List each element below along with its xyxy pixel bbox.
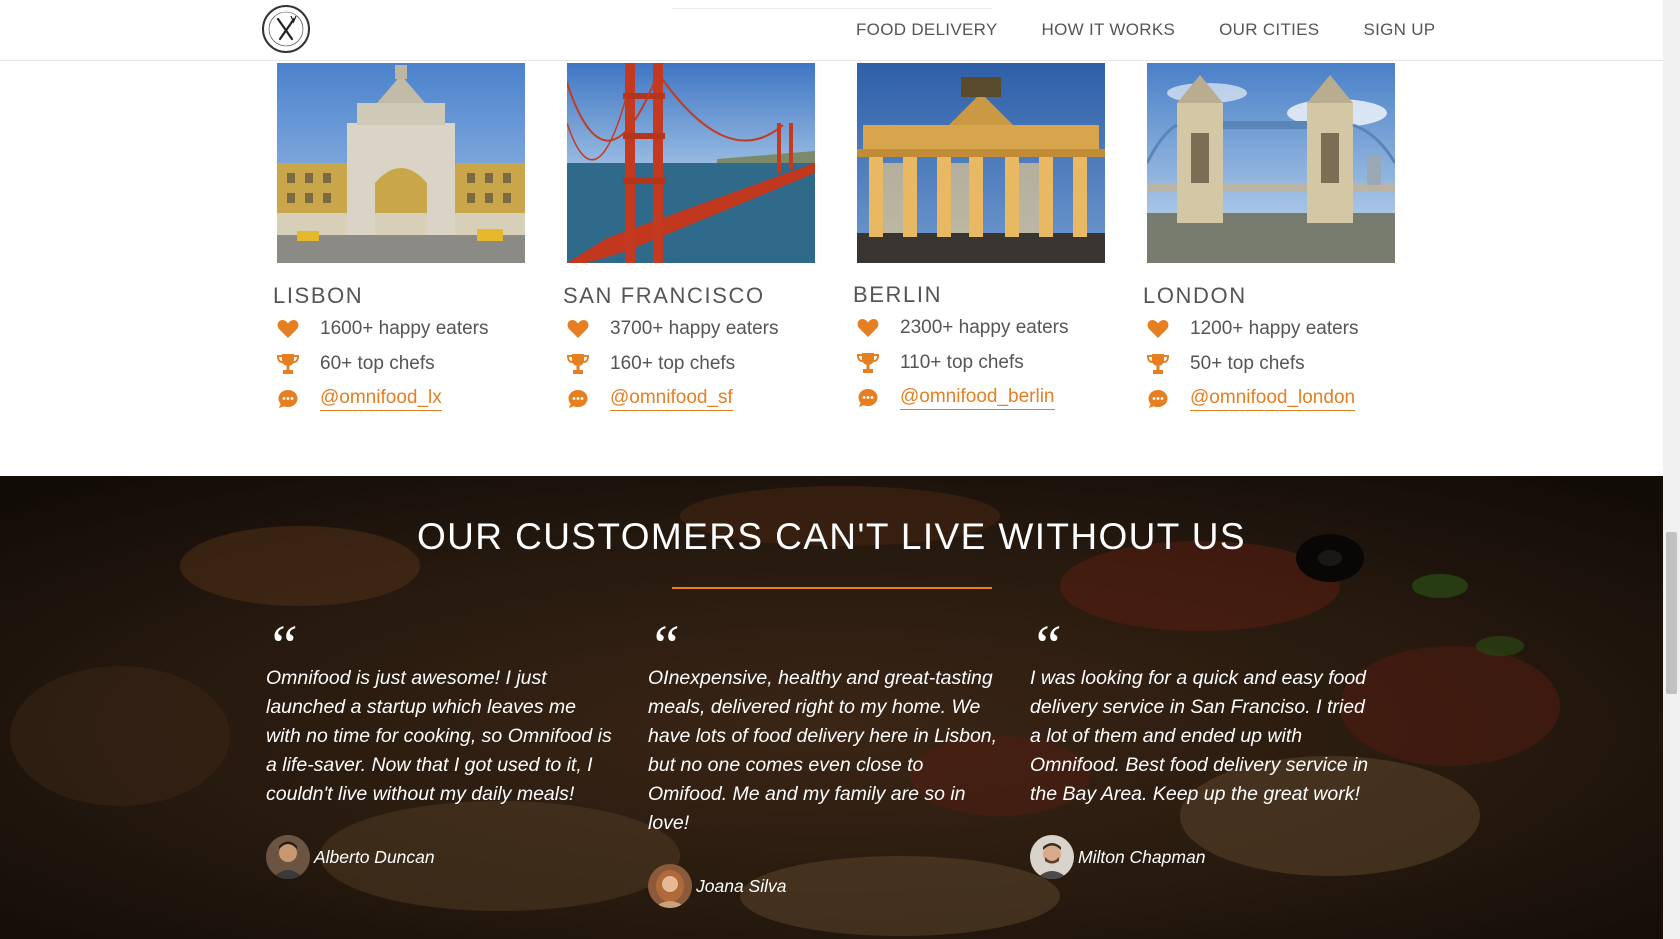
nav-our-cities[interactable]: OUR CITIES (1219, 20, 1319, 40)
chat-icon (566, 388, 590, 410)
page-scrollbar[interactable] (1663, 0, 1680, 939)
twitter-handle-link[interactable]: @omnifood_london (1190, 387, 1356, 411)
testimonials-title: OUR CUSTOMERS CAN'T LIVE WITHOUT US (416, 516, 1247, 557)
twitter-handle-link[interactable]: @omnifood_berlin (900, 386, 1055, 410)
nav-how-it-works[interactable]: HOW IT WORKS (1042, 20, 1176, 40)
avatar (1030, 835, 1074, 879)
city-stat-eaters: 1600+ happy eaters (273, 313, 533, 344)
city-photo-lisbon (277, 63, 525, 263)
trophy-icon (1146, 353, 1170, 375)
city-stat-eaters: 1200+ happy eaters (1143, 313, 1403, 344)
testimonials-section: OUR CUSTOMERS CAN'T LIVE WITHOUT US “ Om… (0, 476, 1663, 939)
chefs-count: 60+ top chefs (320, 352, 435, 374)
eaters-count: 1600+ happy eaters (320, 317, 489, 339)
quote-mark: “ (1030, 613, 1063, 678)
author-name: Alberto Duncan (314, 846, 435, 867)
scrollbar-thumb[interactable] (1666, 532, 1677, 694)
city-stat-eaters: 2300+ happy eaters (853, 312, 1113, 343)
trophy-icon (276, 353, 300, 375)
author-name: Joana Silva (696, 875, 787, 896)
chat-icon (856, 387, 880, 409)
city-stat-chefs: 160+ top chefs (563, 348, 823, 379)
testimonial-card: “ Omnifood is just awesome! I just launc… (266, 613, 616, 879)
nav-sign-up[interactable]: SIGN UP (1363, 20, 1435, 40)
testimonial-text: OInexpensive, healthy and great-tasting … (648, 667, 998, 834)
header-divider (672, 8, 992, 9)
eaters-count: 2300+ happy eaters (900, 316, 1069, 338)
testimonial-author: Joana Silva (648, 864, 998, 908)
city-stat-chefs: 50+ top chefs (1143, 348, 1403, 379)
heart-icon (1146, 318, 1170, 340)
trophy-icon (566, 353, 590, 375)
city-card-london: LONDON 1200+ happy eaters 50+ top chefs … (1143, 60, 1403, 414)
heart-icon (856, 317, 880, 339)
testimonial-card: “ OInexpensive, healthy and great-tastin… (648, 613, 998, 908)
testimonial-text: Omnifood is just awesome! I just launche… (266, 667, 612, 805)
chefs-count: 50+ top chefs (1190, 352, 1305, 374)
city-stat-chefs: 110+ top chefs (853, 347, 1113, 378)
city-stat-twitter: @omnifood_sf (563, 383, 823, 414)
omnifood-logo[interactable] (262, 5, 310, 53)
city-name: BERLIN (853, 282, 943, 307)
trophy-icon (856, 352, 880, 374)
city-stat-twitter: @omnifood_london (1143, 383, 1403, 414)
testimonial-author: Milton Chapman (1030, 835, 1380, 879)
city-stat-twitter: @omnifood_berlin (853, 382, 1113, 413)
city-name: LISBON (273, 283, 364, 308)
heart-icon (566, 318, 590, 340)
twitter-handle-link[interactable]: @omnifood_lx (320, 387, 442, 411)
heart-icon (276, 318, 300, 340)
eaters-count: 3700+ happy eaters (610, 317, 779, 339)
quote-mark: “ (266, 613, 299, 678)
nav-food-delivery[interactable]: FOOD DELIVERY (856, 20, 998, 40)
title-underline (672, 587, 992, 589)
main-nav: FOOD DELIVERY HOW IT WORKS OUR CITIES SI… (856, 20, 1435, 40)
chat-icon (1146, 388, 1170, 410)
testimonial-text: I was looking for a quick and easy food … (1030, 667, 1369, 805)
city-stat-chefs: 60+ top chefs (273, 348, 533, 379)
avatar (648, 864, 692, 908)
city-card-berlin: BERLIN 2300+ happy eaters 110+ top chefs… (853, 60, 1113, 413)
fork-knife-icon (268, 11, 304, 47)
city-photo-san-francisco (567, 63, 815, 263)
author-name: Milton Chapman (1078, 846, 1206, 867)
city-card-san-francisco: SAN FRANCISCO 3700+ happy eaters 160+ to… (563, 60, 823, 414)
cities-section: LISBON 1600+ happy eaters 60+ top chefs … (0, 60, 1663, 476)
city-name: LONDON (1143, 283, 1247, 308)
chefs-count: 160+ top chefs (610, 352, 736, 374)
testimonial-card: “ I was looking for a quick and easy foo… (1030, 613, 1380, 879)
avatar (266, 835, 310, 879)
city-photo-berlin (857, 63, 1105, 263)
chat-icon (276, 388, 300, 410)
chefs-count: 110+ top chefs (900, 351, 1024, 373)
city-photo-london (1147, 63, 1395, 263)
city-stat-eaters: 3700+ happy eaters (563, 313, 823, 344)
twitter-handle-link[interactable]: @omnifood_sf (610, 387, 733, 411)
city-name: SAN FRANCISCO (563, 283, 765, 308)
site-header: FOOD DELIVERY HOW IT WORKS OUR CITIES SI… (0, 0, 1663, 61)
city-stat-twitter: @omnifood_lx (273, 383, 533, 414)
eaters-count: 1200+ happy eaters (1190, 317, 1359, 339)
city-card-lisbon: LISBON 1600+ happy eaters 60+ top chefs … (273, 60, 533, 414)
quote-mark: “ (648, 613, 681, 678)
testimonial-author: Alberto Duncan (266, 835, 616, 879)
